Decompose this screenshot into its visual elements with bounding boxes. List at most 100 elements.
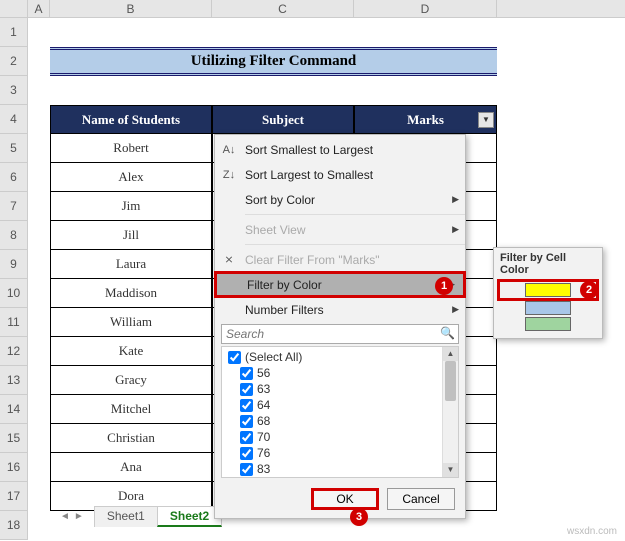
select-all-corner[interactable]: [0, 0, 28, 17]
col-header-c[interactable]: C: [212, 0, 354, 17]
menu-number-filters[interactable]: Number Filters ▶: [215, 297, 465, 322]
chevron-right-icon: ▶: [452, 194, 459, 205]
cell-name[interactable]: Mitchel: [50, 395, 212, 424]
checkbox[interactable]: [240, 415, 253, 428]
chevron-right-icon: ▶: [452, 224, 459, 235]
checkbox[interactable]: [240, 399, 253, 412]
sort-asc-icon: A↓: [219, 144, 239, 156]
color-swatch-green[interactable]: [500, 316, 596, 332]
check-value[interactable]: 83: [222, 461, 458, 477]
check-select-all[interactable]: (Select All): [222, 349, 458, 365]
sheet-tab-sheet1[interactable]: Sheet1: [94, 506, 158, 527]
header-name: Name of Students: [50, 105, 212, 134]
callout-badge-1: 1: [435, 277, 453, 295]
col-header-a[interactable]: A: [28, 0, 50, 17]
menu-sort-desc[interactable]: Z↓ Sort Largest to Smallest: [215, 162, 465, 187]
check-label: 68: [257, 414, 270, 428]
menu-label: Clear Filter From "Marks": [245, 253, 459, 267]
row-header[interactable]: 6: [0, 163, 28, 192]
sort-desc-icon: Z↓: [219, 169, 239, 181]
menu-clear-filter: ⨯ Clear Filter From "Marks": [215, 247, 465, 272]
check-value[interactable]: 76: [222, 445, 458, 461]
row-header[interactable]: 11: [0, 308, 28, 337]
submenu-title: Filter by Cell Color: [500, 252, 596, 276]
row-header[interactable]: 16: [0, 453, 28, 482]
row-header[interactable]: 1: [0, 18, 28, 47]
checkbox[interactable]: [240, 431, 253, 444]
row-header[interactable]: 9: [0, 250, 28, 279]
tab-nav-prev-icon[interactable]: ◄: [60, 511, 70, 522]
row-header[interactable]: 15: [0, 424, 28, 453]
cancel-button[interactable]: Cancel: [387, 488, 455, 510]
menu-sort-asc[interactable]: A↓ Sort Smallest to Largest: [215, 137, 465, 162]
tab-nav-next-icon[interactable]: ►: [74, 511, 84, 522]
menu-label: Sort by Color: [245, 193, 452, 207]
menu-label: Filter by Color: [247, 278, 448, 292]
ok-button[interactable]: OK: [311, 488, 379, 510]
row-header[interactable]: 17: [0, 482, 28, 511]
row-header[interactable]: 18: [0, 511, 28, 540]
checklist-scrollbar[interactable]: ▲ ▼: [442, 347, 458, 477]
check-value[interactable]: 64: [222, 397, 458, 413]
row-header[interactable]: 8: [0, 221, 28, 250]
row-header[interactable]: 5: [0, 134, 28, 163]
scroll-down-icon[interactable]: ▼: [443, 463, 458, 477]
menu-buttons-row: OK Cancel: [215, 482, 465, 516]
filter-values-checklist: (Select All) 56 63 64 68 70 76 83 87 ▲ ▼: [221, 346, 459, 478]
menu-label: Sort Smallest to Largest: [245, 143, 459, 157]
check-value[interactable]: 87: [222, 477, 458, 478]
row-header[interactable]: 13: [0, 366, 28, 395]
page-title: Utilizing Filter Command: [50, 47, 497, 76]
table-header-row: Name of Students Subject Marks ▼: [50, 105, 497, 134]
color-swatch-blue[interactable]: [500, 300, 596, 316]
row-header[interactable]: 7: [0, 192, 28, 221]
watermark: wsxdn.com: [567, 526, 617, 537]
sheet-tabs: ◄ ► Sheet1 Sheet2: [60, 506, 221, 527]
tab-nav-controls[interactable]: ◄ ►: [60, 506, 84, 527]
cell-name[interactable]: Laura: [50, 250, 212, 279]
check-value[interactable]: 68: [222, 413, 458, 429]
check-label: 56: [257, 366, 270, 380]
color-swatch-yellow[interactable]: 2: [497, 279, 599, 301]
check-label: 64: [257, 398, 270, 412]
row-header[interactable]: 3: [0, 76, 28, 105]
cell-name[interactable]: Alex: [50, 163, 212, 192]
check-value[interactable]: 63: [222, 381, 458, 397]
cell-name[interactable]: Christian: [50, 424, 212, 453]
menu-filter-by-color[interactable]: Filter by Color ▶ 1: [214, 271, 466, 298]
check-label: 83: [257, 462, 270, 476]
check-value[interactable]: 56: [222, 365, 458, 381]
col-header-b[interactable]: B: [50, 0, 212, 17]
column-headers-row: A B C D: [0, 0, 625, 18]
filter-dropdown-button[interactable]: ▼: [478, 112, 494, 128]
cell-name[interactable]: William: [50, 308, 212, 337]
cell-name[interactable]: Robert: [50, 134, 212, 163]
row-header[interactable]: 14: [0, 395, 28, 424]
checkbox[interactable]: [240, 383, 253, 396]
check-value[interactable]: 70: [222, 429, 458, 445]
cell-name[interactable]: Jim: [50, 192, 212, 221]
cell-name[interactable]: Maddison: [50, 279, 212, 308]
checkbox[interactable]: [228, 351, 241, 364]
checkbox[interactable]: [240, 463, 253, 476]
menu-sort-by-color[interactable]: Sort by Color ▶: [215, 187, 465, 212]
col-header-d[interactable]: D: [354, 0, 497, 17]
cell-name[interactable]: Jill: [50, 221, 212, 250]
checkbox[interactable]: [240, 447, 253, 460]
check-label: 76: [257, 446, 270, 460]
scroll-thumb[interactable]: [445, 361, 456, 401]
row-header[interactable]: 4: [0, 105, 28, 134]
scroll-up-icon[interactable]: ▲: [443, 347, 458, 361]
filter-search-input[interactable]: [221, 324, 459, 344]
row-header[interactable]: 10: [0, 279, 28, 308]
sheet-tab-sheet2[interactable]: Sheet2: [157, 506, 222, 527]
menu-label: Number Filters: [245, 303, 452, 317]
checkbox[interactable]: [240, 367, 253, 380]
callout-badge-3: 3: [350, 508, 368, 526]
row-header[interactable]: 2: [0, 47, 28, 76]
row-header[interactable]: 12: [0, 337, 28, 366]
cell-name[interactable]: Gracy: [50, 366, 212, 395]
callout-badge-2: 2: [580, 281, 598, 299]
cell-name[interactable]: Kate: [50, 337, 212, 366]
cell-name[interactable]: Ana: [50, 453, 212, 482]
